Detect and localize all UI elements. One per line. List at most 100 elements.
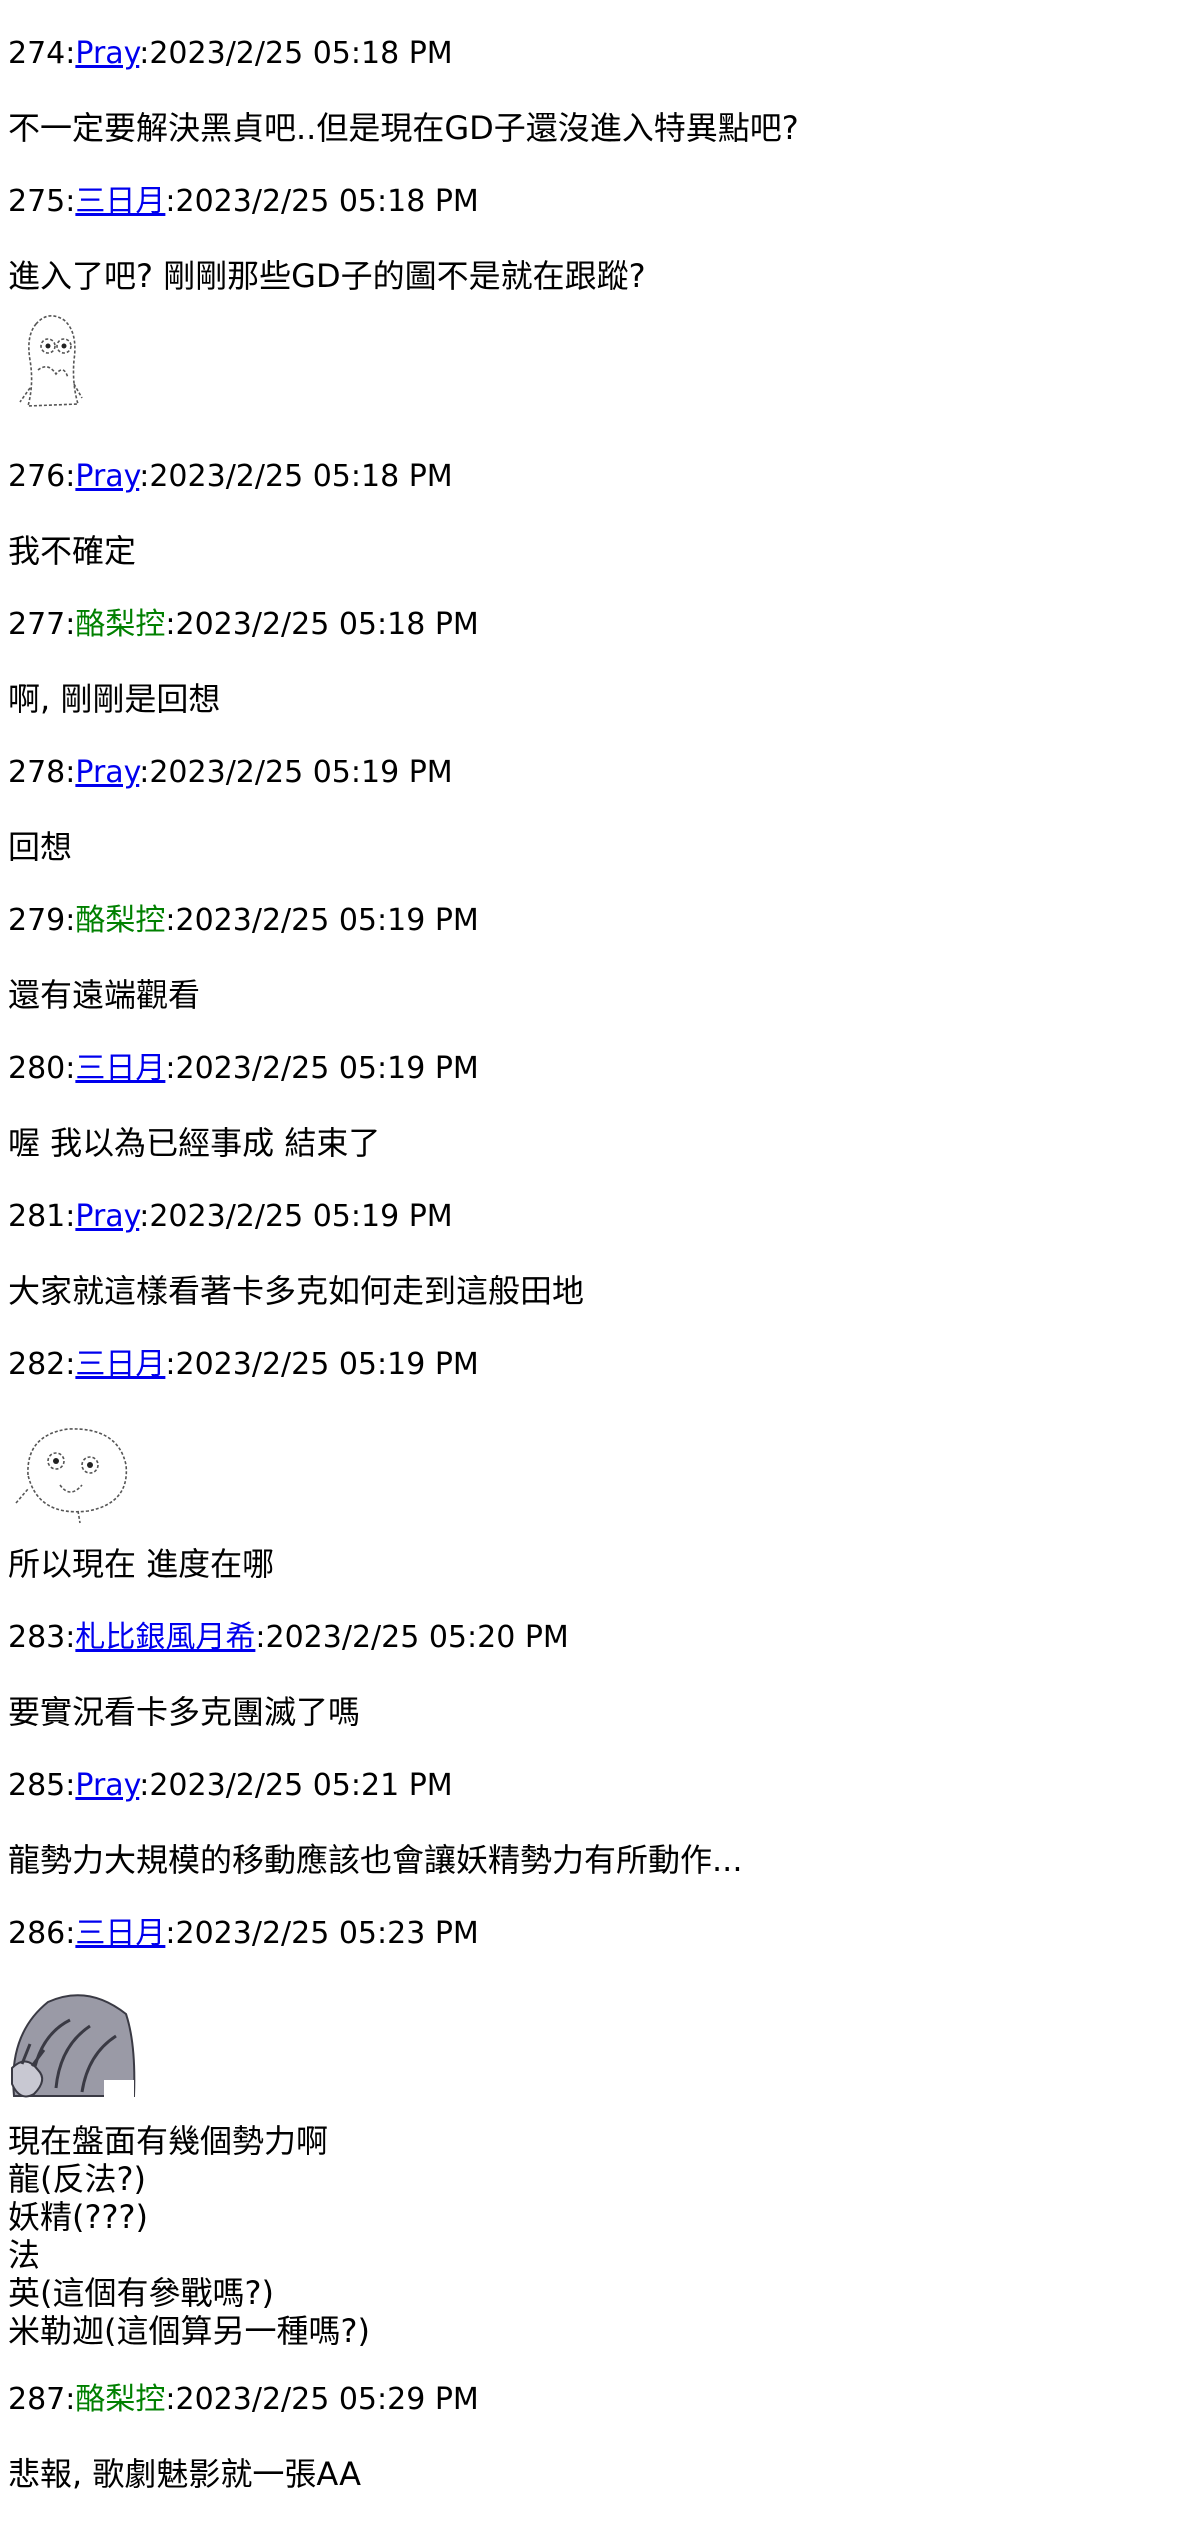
post-body: 進入了吧? 剛剛那些GD子的圖不是就在跟蹤? [8,252,1200,427]
separator: : [65,459,76,494]
author-link[interactable]: 三日月 [75,1347,165,1382]
separator: : [65,184,76,219]
timestamp: 2023/2/25 05:19 PM [149,1199,453,1234]
timestamp: 2023/2/25 05:18 PM [175,184,479,219]
post-body: 所以現在 進度在哪 [8,1415,1200,1588]
post-header: 281:Pray:2023/2/25 05:19 PM [8,1193,1200,1241]
post-header: 282:三日月:2023/2/25 05:19 PM [8,1341,1200,1389]
separator: : [65,755,76,790]
post-text-line: 大家就這樣看著卡多克如何走到這般田地 [8,1272,585,1310]
separator: : [139,459,150,494]
sketch-ghost-icon [19,315,83,407]
post-number: 286 [8,1916,66,1951]
separator: : [165,2382,176,2417]
post-number: 276 [8,459,66,494]
post-number: 277 [8,607,66,642]
separator: : [65,903,76,938]
gray-character-art [8,1984,1200,2120]
separator: : [165,1916,176,1951]
post-header: 280:三日月:2023/2/25 05:19 PM [8,1045,1200,1093]
separator: : [165,1347,176,1382]
author-link[interactable]: Pray [75,1768,139,1803]
author-link[interactable]: 三日月 [75,1916,165,1951]
post: 281:Pray:2023/2/25 05:19 PM 大家就這樣看著卡多克如何走… [8,1193,1200,1315]
post-body: 大家就這樣看著卡多克如何走到這般田地 [8,1267,1200,1315]
post-body: 還有遠端觀看 [8,971,1200,1019]
post-text-line: 悲報, 歌劇魅影就一張AA [8,2455,362,2493]
separator: : [65,1199,76,1234]
post-text-line: 進入了吧? 剛剛那些GD子的圖不是就在跟蹤? [8,257,646,295]
author-link[interactable]: 三日月 [75,184,165,219]
separator: : [139,1768,150,1803]
post-header: 287:酪梨控:2023/2/25 05:29 PM [8,2376,1200,2424]
post-number: 281 [8,1199,66,1234]
separator: : [65,1916,76,1951]
post-text-line: 龍(反法?) [8,2160,146,2198]
post: 283:札比銀風月希:2023/2/25 05:20 PM 要實況看卡多克團滅了嗎 [8,1614,1200,1736]
post-number: 285 [8,1768,66,1803]
separator: : [165,1051,176,1086]
post-number: 279 [8,903,66,938]
separator: : [165,903,176,938]
post-header: 283:札比銀風月希:2023/2/25 05:20 PM [8,1614,1200,1662]
timestamp: 2023/2/25 05:20 PM [265,1620,569,1655]
separator: : [65,1347,76,1382]
timestamp: 2023/2/25 05:19 PM [175,1051,479,1086]
author-name: 酪梨控 [75,2382,166,2417]
separator: : [65,1620,76,1655]
timestamp: 2023/2/25 05:18 PM [175,607,479,642]
post-body: 啊, 剛剛是回想 [8,675,1200,723]
author-link[interactable]: 札比銀風月希 [75,1620,255,1655]
separator: : [139,36,150,71]
thread: 274:Pray:2023/2/25 05:18 PM 不一定要解決黑貞吧..但是… [0,0,1200,2498]
post-body: 悲報, 歌劇魅影就一張AA [8,2450,1200,2498]
post-text-line: 回想 [8,828,73,866]
author-name: 酪梨控 [75,607,166,642]
sketch-face-icon [15,1428,128,1524]
sketch-face-art [8,1415,1200,1538]
post: 275:三日月:2023/2/25 05:18 PM 進入了吧? 剛剛那些GD子的… [8,178,1200,427]
post: 278:Pray:2023/2/25 05:19 PM 回想 [8,749,1200,871]
post-number: 282 [8,1347,66,1382]
post-text-line: 龍勢力大規模的移動應該也會讓妖精勢力有所動作... [8,1841,743,1879]
sketch-ghost-art [8,304,1200,427]
timestamp: 2023/2/25 05:18 PM [149,36,453,71]
post-header: 279:酪梨控:2023/2/25 05:19 PM [8,897,1200,945]
timestamp: 2023/2/25 05:19 PM [149,755,453,790]
gray-character-icon [11,1994,136,2110]
post-body: 我不確定 [8,527,1200,575]
post: 287:酪梨控:2023/2/25 05:29 PM 悲報, 歌劇魅影就一張AA [8,2376,1200,2498]
post-number: 275 [8,184,66,219]
post-text-line: 喔 我以為已經事成 結束了 [8,1124,381,1162]
post-number: 283 [8,1620,66,1655]
post-text-line: 不一定要解決黑貞吧..但是現在GD子還沒進入特異點吧? [8,109,799,147]
post-text-line: 米勒迦(這個算另一種嗎?) [8,2312,370,2350]
post-body: 要實況看卡多克團滅了嗎 [8,1688,1200,1736]
author-link[interactable]: Pray [75,36,139,71]
post: 277:酪梨控:2023/2/25 05:18 PM 啊, 剛剛是回想 [8,601,1200,723]
post-text-line: 還有遠端觀看 [8,976,201,1014]
author-link[interactable]: Pray [75,1199,139,1234]
author-name: 酪梨控 [75,903,166,938]
author-link[interactable]: Pray [75,755,139,790]
author-link[interactable]: Pray [75,459,139,494]
post: 274:Pray:2023/2/25 05:18 PM 不一定要解決黑貞吧..但是… [8,30,1200,152]
post-header: 276:Pray:2023/2/25 05:18 PM [8,453,1200,501]
post-text-line: 啊, 剛剛是回想 [8,680,221,718]
author-link[interactable]: 三日月 [75,1051,165,1086]
post-header: 277:酪梨控:2023/2/25 05:18 PM [8,601,1200,649]
post-number: 287 [8,2382,66,2417]
separator: : [165,607,176,642]
post: 285:Pray:2023/2/25 05:21 PM 龍勢力大規模的移動應該也會… [8,1762,1200,1884]
timestamp: 2023/2/25 05:21 PM [149,1768,453,1803]
separator: : [65,36,76,71]
timestamp: 2023/2/25 05:23 PM [175,1916,479,1951]
post-body: 喔 我以為已經事成 結束了 [8,1119,1200,1167]
post-text-line: 我不確定 [8,532,137,570]
timestamp: 2023/2/25 05:19 PM [175,903,479,938]
post-text-line: 法 [8,2236,41,2274]
timestamp: 2023/2/25 05:18 PM [149,459,453,494]
post: 286:三日月:2023/2/25 05:23 PM 現在盤面有幾個勢力啊 龍(反… [8,1910,1200,2350]
post-text-line: 英(這個有參戰嗎?) [8,2274,274,2312]
timestamp: 2023/2/25 05:29 PM [175,2382,479,2417]
